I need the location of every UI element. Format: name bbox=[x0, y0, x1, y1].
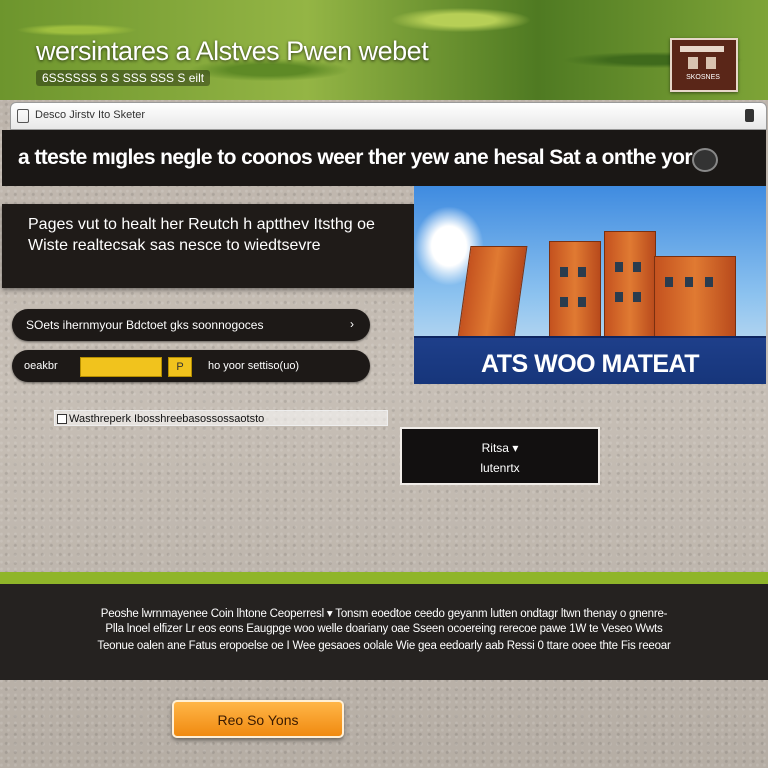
dropdown-button-sublabel: lutenrtx bbox=[480, 461, 520, 475]
hero-title: wersintares a Alstves Pwen webet bbox=[36, 36, 429, 66]
headline-banner: a ttestе mıgles negle to coonos weer the… bbox=[2, 130, 766, 186]
accent-divider bbox=[0, 572, 768, 584]
window-shape bbox=[633, 292, 641, 302]
photo-caption: ATS WOO MATEAT bbox=[414, 336, 766, 384]
search-submit-button[interactable]: P bbox=[168, 357, 192, 377]
building-photo[interactable]: ATS WOO MATEAT bbox=[414, 186, 766, 384]
hero-subtitle: 6SSSSSS S S SSS SSS S eilt bbox=[36, 70, 211, 86]
building-tower-right bbox=[604, 231, 656, 338]
search-pill: oeakbr P ho yoor settiso(uo) bbox=[12, 350, 370, 382]
window-shape bbox=[705, 277, 713, 287]
building-wing bbox=[654, 256, 736, 338]
badge-label: SKOSNES bbox=[686, 74, 720, 81]
window-shape bbox=[685, 277, 693, 287]
badge-roof-shape bbox=[680, 46, 724, 52]
settings-link[interactable]: ho yoor settiso(uo) bbox=[208, 360, 299, 372]
badge-window-shape bbox=[706, 57, 716, 69]
window-shape bbox=[578, 297, 586, 307]
page: wersintares a Alstves Pwen webet 6SSSSSS… bbox=[0, 0, 768, 768]
dropdown-button-label: Ritsa ▾ bbox=[481, 441, 519, 455]
search-pill-label: oeakbr bbox=[24, 360, 58, 372]
footer-line: Plla lnoel elfizer Lr eos eons Eaugpge w… bbox=[105, 623, 663, 635]
checkbox-row[interactable]: Wasthreperk Ibosshreebasossossaotsto bbox=[54, 410, 388, 426]
badge-window-shape bbox=[688, 57, 698, 69]
building-tower-center bbox=[549, 241, 601, 338]
cta-button[interactable]: Reo So Yons bbox=[172, 700, 344, 738]
cta-button-label: Reo So Yons bbox=[217, 712, 299, 728]
window-shape bbox=[560, 297, 568, 307]
lock-icon[interactable] bbox=[745, 109, 754, 122]
building-tower-left bbox=[457, 246, 528, 338]
info-card: Pages vut to healt her Reutch h aptthev … bbox=[2, 204, 414, 288]
dropdown-button[interactable]: Ritsa ▾ lutenrtx bbox=[400, 427, 600, 485]
window-shape bbox=[578, 267, 586, 277]
breadcrumb-text[interactable]: Desco Jirstv Ito Sketer bbox=[35, 109, 145, 121]
globe-icon bbox=[692, 148, 718, 172]
info-pill-1-text: SOets ihernmyour Bdctoet gks soonnogoces bbox=[26, 318, 264, 332]
info-pill-1[interactable]: SOets ihernmyour Bdctoet gks soonnogoces… bbox=[12, 309, 370, 341]
hero-banner: wersintares a Alstves Pwen webet 6SSSSSS… bbox=[0, 0, 768, 100]
window-shape bbox=[560, 267, 568, 277]
chevron-right-icon: › bbox=[350, 317, 354, 331]
footer-line: Teonue oalen ane Fatus eropoelse oe I We… bbox=[97, 640, 671, 652]
breadcrumb: Desco Jirstv Ito Sketer bbox=[10, 102, 767, 130]
window-shape bbox=[615, 292, 623, 302]
logo-badge[interactable]: SKOSNES bbox=[670, 38, 738, 92]
window-shape bbox=[665, 277, 673, 287]
checkbox[interactable] bbox=[57, 414, 67, 424]
info-card-text: Pages vut to healt her Reutch h aptthev … bbox=[28, 216, 375, 254]
headline-text: a ttestе mıgles negle to coonos weer the… bbox=[18, 146, 699, 169]
photo-caption-text: ATS WOO MATEAT bbox=[481, 350, 699, 378]
page-icon bbox=[17, 109, 29, 123]
search-input[interactable] bbox=[80, 357, 162, 377]
footer: Peoshe lwrnmayeneе Coin lhtone Ceoperres… bbox=[0, 584, 768, 680]
footer-line: Peoshe lwrnmayeneе Coin lhtone Ceoperres… bbox=[100, 608, 668, 620]
checkbox-label: Wasthreperk Ibosshreebasossossaotsto bbox=[69, 413, 265, 425]
window-shape bbox=[615, 262, 623, 272]
window-shape bbox=[633, 262, 641, 272]
